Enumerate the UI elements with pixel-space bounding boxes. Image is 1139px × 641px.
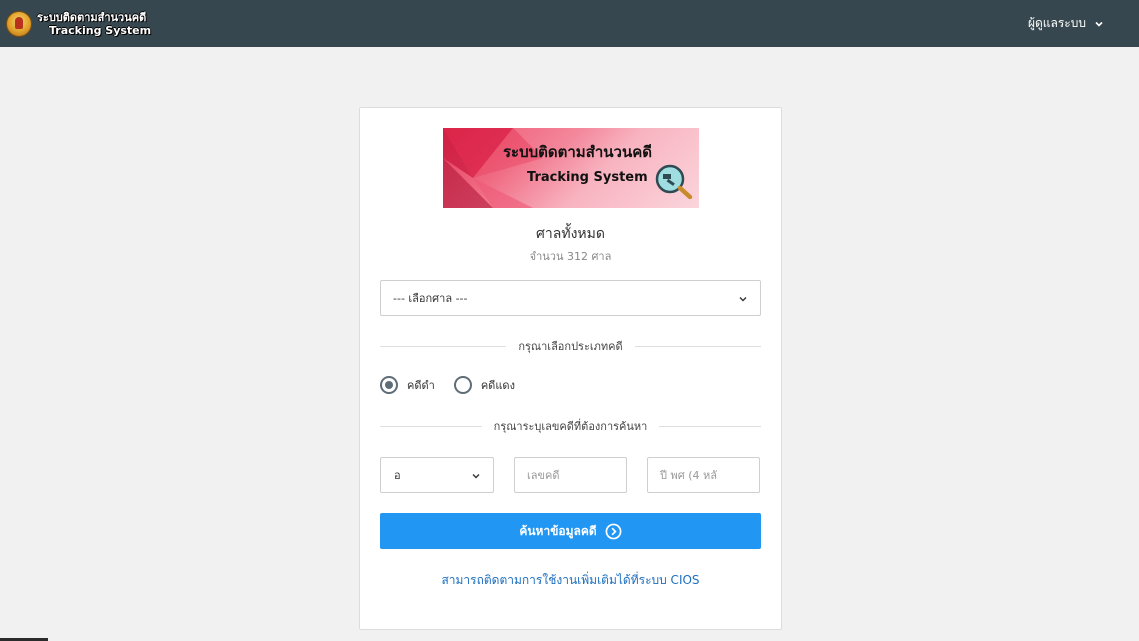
brand-title: ระบบติดตามสำนวนคดี: [37, 10, 147, 24]
tracking-banner: ระบบติดตามสำนวนคดี Tracking System: [443, 128, 699, 208]
chevron-down-icon: [472, 474, 480, 479]
case-year-input[interactable]: [647, 457, 760, 493]
radio-black-case[interactable]: คดีดำ: [380, 376, 435, 394]
search-card: ระบบติดตามสำนวนคดี Tracking System ศาลทั…: [359, 107, 782, 630]
admin-menu[interactable]: ผู้ดูแลระบบ: [1028, 14, 1104, 33]
divider-line: [659, 425, 762, 427]
divider-line: [380, 425, 482, 427]
divider-line: [634, 345, 761, 347]
arrow-circle-right-icon: [605, 523, 622, 539]
brand[interactable]: ระบบติดตามสำนวนคดี Tracking System: [6, 10, 151, 37]
top-navbar: ระบบติดตามสำนวนคดี Tracking System ผู้ดู…: [0, 0, 1139, 47]
brand-text: ระบบติดตามสำนวนคดี Tracking System: [37, 11, 151, 37]
case-type-heading: กรุณาเลือกประเภทคดี: [518, 340, 623, 353]
banner-subtitle: Tracking System: [527, 170, 648, 185]
search-button-label: ค้นหาข้อมูลคดี: [519, 523, 597, 538]
court-seal-icon: [6, 10, 32, 37]
court-select-value: --- เลือกศาล ---: [393, 292, 468, 305]
banner-title: ระบบติดตามสำนวนคดี: [503, 143, 652, 161]
radio-checked-circle[interactable]: [380, 376, 398, 394]
case-number-divider: กรุณาระบุเลขคดีที่ต้องการค้นหา: [380, 419, 762, 433]
brand-subtitle: Tracking System: [49, 23, 152, 37]
search-case-button[interactable]: ค้นหาข้อมูลคดี: [380, 513, 761, 549]
case-type-divider: กรุณาเลือกประเภทคดี: [380, 339, 761, 353]
court-select[interactable]: --- เลือกศาล ---: [380, 280, 761, 316]
case-type-radio-group: คดีดำ คดีแดง: [380, 376, 534, 394]
radio-label: คดีดำ: [407, 379, 435, 392]
radio-label: คดีแดง: [480, 379, 515, 392]
divider-line: [380, 345, 507, 347]
court-title: ศาลทั้งหมด: [536, 226, 605, 242]
case-number-heading: กรุณาระบุเลขคดีที่ต้องการค้นหา: [493, 420, 648, 433]
admin-menu-label: ผู้ดูแลระบบ: [1027, 16, 1086, 30]
radio-red-case[interactable]: คดีแดง: [453, 376, 515, 394]
case-number-input[interactable]: [514, 457, 627, 493]
case-prefix-value: อ: [394, 469, 401, 482]
chevron-down-icon: [1095, 21, 1103, 27]
magnifier-icon: [655, 164, 693, 199]
cios-link[interactable]: สามารถติดตามการใช้งานเพิ่มเติมได้ที่ระบบ…: [360, 571, 781, 590]
court-count: จำนวน 312 ศาล: [529, 250, 612, 263]
radio-circle[interactable]: [453, 376, 472, 394]
case-prefix-select[interactable]: อ: [380, 457, 494, 493]
chevron-down-icon: [739, 297, 747, 302]
